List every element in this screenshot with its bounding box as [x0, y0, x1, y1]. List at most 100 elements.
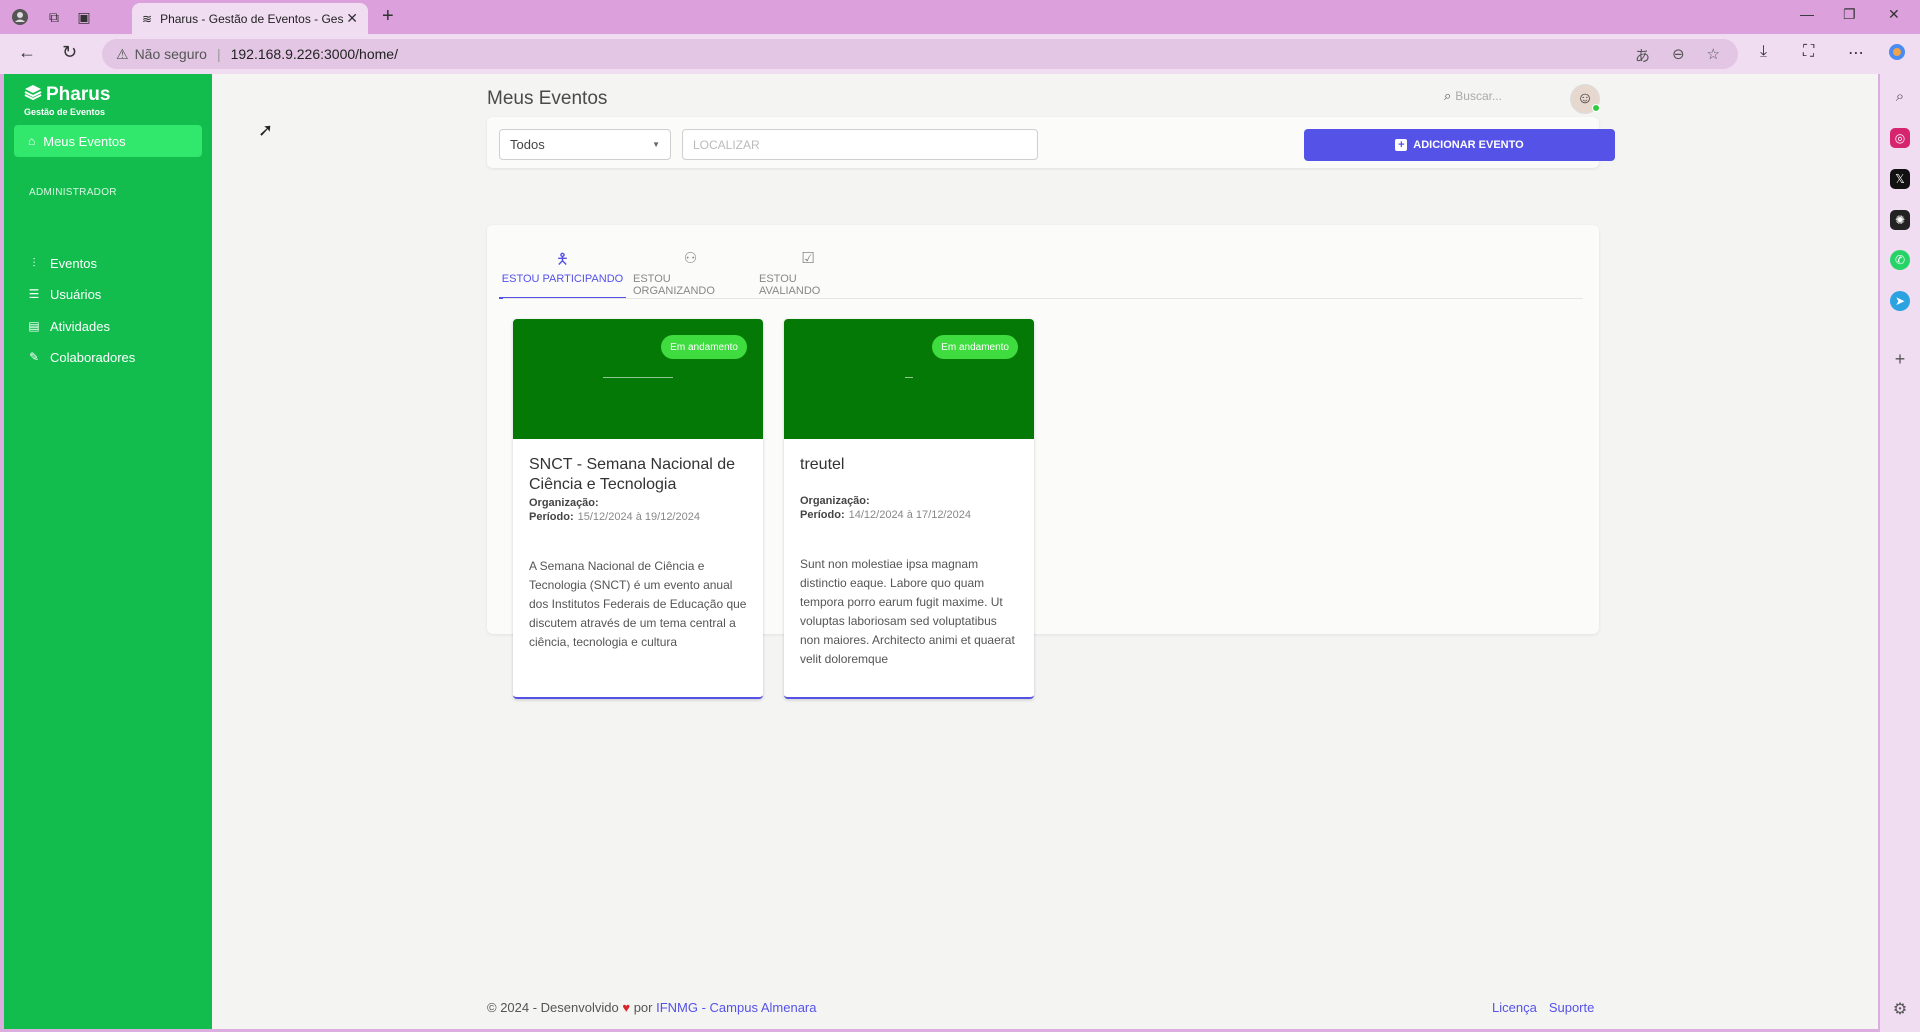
- footer-by: por: [633, 1000, 653, 1015]
- status-badge: Em andamento: [661, 335, 747, 359]
- pencil-icon: ✎: [28, 350, 40, 364]
- footer: © 2024 - Desenvolvido ♥ por IFNMG - Camp…: [487, 1000, 816, 1015]
- sidebar-item-eventos[interactable]: ⫶ Eventos: [26, 252, 97, 274]
- event-cover: Em andamento: [784, 319, 1034, 439]
- settings-icon[interactable]: ⚙: [1890, 999, 1910, 1019]
- address-bar[interactable]: ⚠ Não seguro | 192.168.9.226:3000/home/ …: [102, 39, 1738, 69]
- period-label: Período:: [800, 509, 845, 521]
- profile-icon[interactable]: [8, 5, 32, 29]
- omnibox-actions: あ ⊖ ☆: [1635, 45, 1720, 66]
- plus-icon: +: [1395, 139, 1408, 151]
- layers-icon: [24, 84, 42, 106]
- event-card[interactable]: Em andamento treutel Organização: Períod…: [784, 319, 1034, 699]
- app-viewport: Pharus Gestão de Eventos ⌂ Meus Eventos …: [4, 74, 1878, 1029]
- add-event-button[interactable]: + ADICIONAR EVENTO: [1304, 129, 1615, 161]
- section-label-admin: ADMINISTRADOR: [29, 187, 117, 198]
- read-aloud-icon[interactable]: あ: [1635, 45, 1650, 66]
- add-event-label: ADICIONAR EVENTO: [1413, 139, 1524, 151]
- page-title: Meus Eventos: [487, 88, 608, 109]
- user-avatar-icon: ☺: [1576, 90, 1594, 107]
- sidebar-item-meus-eventos[interactable]: ⌂ Meus Eventos: [14, 125, 202, 157]
- sidebar-item-label: Colaboradores: [50, 349, 136, 365]
- reload-icon[interactable]: ↻: [62, 42, 77, 63]
- restore-icon[interactable]: ❐: [1843, 6, 1856, 23]
- search-box[interactable]: ⌕ Buscar...: [1444, 88, 1502, 104]
- copilot-icon[interactable]: [1888, 43, 1906, 66]
- search-icon[interactable]: ⌕: [1890, 86, 1910, 106]
- warning-icon: ⚠: [116, 45, 129, 62]
- workspaces-icon[interactable]: ⧉: [42, 5, 66, 29]
- events-panel: 🯅 ESTOU PARTICIPANDO ⚇ ESTOU ORGANIZANDO…: [487, 225, 1599, 699]
- book-icon: ▤: [28, 319, 40, 333]
- event-description: Sunt non molestiae ipsa magnam distincti…: [800, 557, 1015, 666]
- sidebar-item-usuarios[interactable]: ☰ Usuários: [26, 283, 102, 305]
- pharus-favicon-icon: ≋: [142, 11, 153, 26]
- mouse-cursor-icon: ➚: [258, 120, 274, 140]
- more-menu-icon[interactable]: ⋯: [1848, 43, 1864, 63]
- avatar[interactable]: ☺: [1570, 84, 1600, 114]
- heart-icon: ♥: [622, 1000, 631, 1015]
- security-label: Não seguro: [134, 46, 207, 62]
- sidebar-item-label: Eventos: [50, 255, 97, 271]
- logo-subtitle: Gestão de Eventos: [24, 107, 106, 117]
- tabs-divider: [503, 298, 1583, 299]
- close-window-icon[interactable]: ✕: [1888, 6, 1900, 23]
- tab-participando[interactable]: 🯅 ESTOU PARTICIPANDO: [499, 249, 626, 299]
- url-text: 192.168.9.226:3000/home/: [230, 46, 398, 62]
- tab-organizando[interactable]: ⚇ ESTOU ORGANIZANDO: [633, 249, 748, 299]
- license-link[interactable]: Licença: [1492, 1000, 1537, 1015]
- sidebar-item-label: Atividades: [50, 318, 110, 334]
- event-cover: Em andamento: [513, 319, 763, 439]
- org-label: Organização:: [529, 497, 599, 509]
- tab-title: Pharus - Gestão de Eventos - Ges: [160, 11, 344, 26]
- sidebar-item-atividades[interactable]: ▤ Atividades: [26, 315, 110, 337]
- person-icon: 🯅: [555, 251, 570, 268]
- support-link[interactable]: Suporte: [1549, 1000, 1595, 1015]
- footer-prefix: © 2024 - Desenvolvido: [487, 1000, 619, 1015]
- browser-sidebar: ⌕ ◎ 𝕏 ✺ ✆ ➤ + ⚙: [1880, 74, 1920, 1032]
- caret-down-icon: ▼: [652, 140, 660, 149]
- event-title: treutel: [800, 456, 845, 473]
- x-twitter-icon[interactable]: 𝕏: [1890, 169, 1910, 189]
- status-select[interactable]: Todos ▼: [499, 129, 671, 160]
- cover-image-mark: [905, 377, 913, 378]
- favorite-star-icon[interactable]: ☆: [1707, 45, 1720, 66]
- event-description: A Semana Nacional de Ciência e Tecnologi…: [529, 559, 747, 649]
- whatsapp-icon[interactable]: ✆: [1890, 250, 1910, 270]
- tab-label: ESTOU ORGANIZANDO: [633, 273, 715, 297]
- cover-image-mark: [603, 377, 673, 378]
- minimize-icon[interactable]: —: [1800, 6, 1814, 22]
- list-icon: ☰: [28, 287, 40, 301]
- tab-avaliando[interactable]: ☑ ESTOU AVALIANDO: [759, 249, 857, 299]
- tab-pharus[interactable]: ≋ Pharus - Gestão de Eventos - Ges ✕: [132, 3, 368, 34]
- sidebar-item-colaboradores[interactable]: ✎ Colaboradores: [26, 346, 135, 368]
- downloads-icon[interactable]: ⤓: [1760, 43, 1767, 61]
- address-bar-row: ← ↻ ⚠ Não seguro | 192.168.9.226:3000/ho…: [0, 34, 1920, 74]
- screenshot-icon[interactable]: ⛶: [1803, 43, 1814, 61]
- period-label: Período:: [529, 511, 574, 523]
- new-tab-icon[interactable]: +: [382, 5, 394, 28]
- sidebar-item-label: Meus Eventos: [43, 133, 126, 149]
- search-placeholder: Buscar...: [1455, 89, 1502, 103]
- instagram-icon[interactable]: ◎: [1890, 128, 1910, 148]
- footer-links: Licença Suporte: [1492, 1000, 1594, 1015]
- zoom-out-icon[interactable]: ⊖: [1672, 45, 1685, 66]
- back-icon[interactable]: ←: [18, 42, 36, 63]
- tab-close-icon[interactable]: ✕: [346, 10, 358, 27]
- locate-input[interactable]: [682, 129, 1038, 160]
- event-title: SNCT - Semana Nacional de Ciência e Tecn…: [529, 456, 736, 493]
- select-value: Todos: [510, 137, 545, 152]
- event-card[interactable]: Em andamento SNCT - Semana Nacional de C…: [513, 319, 763, 699]
- browser-tab-bar: ⧉ ▣ ≋ Pharus - Gestão de Eventos - Ges ✕…: [0, 0, 1920, 34]
- tab-label: ESTOU PARTICIPANDO: [501, 273, 624, 285]
- add-sidebar-app-icon[interactable]: +: [1890, 349, 1910, 369]
- tab-label: ESTOU AVALIANDO: [759, 273, 821, 297]
- app-sidebar: Pharus Gestão de Eventos ⌂ Meus Eventos …: [4, 74, 212, 1029]
- campus-link[interactable]: IFNMG - Campus Almenara: [656, 1000, 816, 1015]
- chatgpt-icon[interactable]: ✺: [1890, 210, 1910, 230]
- logo[interactable]: Pharus Gestão de Eventos: [24, 84, 110, 117]
- telegram-icon[interactable]: ➤: [1890, 291, 1910, 311]
- main-content: Meus Eventos ⌕ Buscar... ☺ Todos ▼ + ADI…: [212, 74, 1878, 1029]
- group-icon: ⚇: [683, 250, 698, 267]
- vertical-tabs-icon[interactable]: ▣: [72, 5, 96, 29]
